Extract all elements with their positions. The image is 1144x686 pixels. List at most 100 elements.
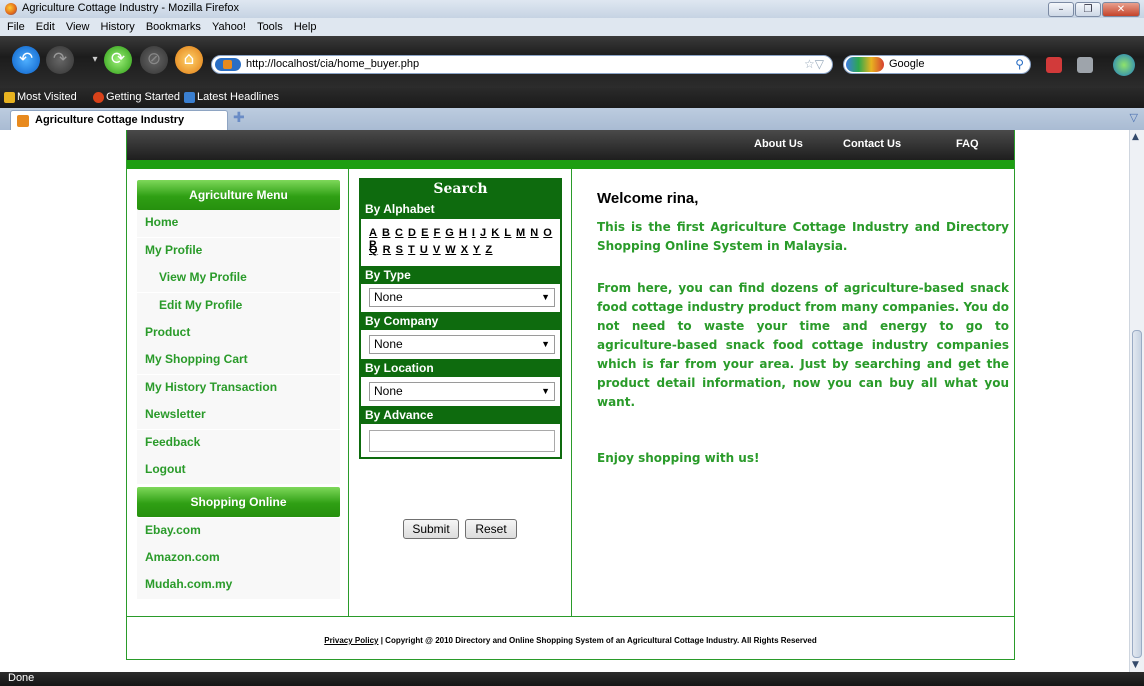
menu-my-profile[interactable]: My Profile — [137, 238, 340, 265]
menu-history[interactable]: History — [101, 18, 135, 36]
by-location-label: By Location — [361, 359, 560, 377]
alpha-link-c[interactable]: C — [395, 227, 403, 239]
menubar: File Edit View History Bookmarks Yahoo! … — [0, 18, 1144, 36]
menu-view-my-profile[interactable]: View My Profile — [137, 265, 340, 292]
menu-product[interactable]: Product — [137, 320, 340, 347]
google-engine-icon[interactable] — [846, 57, 884, 72]
menu-view[interactable]: View — [66, 18, 90, 36]
search-icon[interactable]: ⚲ — [1015, 57, 1024, 71]
privacy-policy-link[interactable]: Privacy Policy — [324, 636, 378, 645]
addon-skype-icon[interactable] — [1113, 54, 1135, 76]
welcome-heading: Welcome rina, — [597, 190, 699, 207]
type-select-value: None — [374, 290, 403, 304]
alpha-link-d[interactable]: D — [408, 227, 416, 239]
search-bar[interactable]: Google ⚲ — [843, 55, 1031, 74]
chevron-down-icon[interactable]: ▼ — [541, 336, 550, 353]
scroll-down-icon[interactable]: ▼ — [1132, 660, 1139, 670]
by-alphabet-label: By Alphabet — [365, 202, 435, 216]
alpha-link-n[interactable]: N — [530, 227, 538, 239]
addon-red-icon[interactable] — [1046, 57, 1062, 73]
link-amazon[interactable]: Amazon.com — [137, 545, 340, 572]
chevron-down-icon[interactable]: ▼ — [541, 383, 550, 400]
reset-button[interactable]: Reset — [465, 519, 517, 539]
location-select[interactable]: None ▼ — [369, 382, 555, 401]
vertical-scrollbar[interactable]: ▲ ▼ — [1129, 130, 1144, 672]
menu-edit[interactable]: Edit — [36, 18, 55, 36]
alpha-link-l[interactable]: L — [504, 227, 511, 239]
close-window-button[interactable]: ✕ — [1102, 2, 1140, 17]
nav-contact-us[interactable]: Contact Us — [843, 138, 901, 150]
alpha-link-j[interactable]: J — [480, 227, 487, 239]
bookmark-getting-started[interactable]: Getting Started — [106, 91, 180, 103]
forward-icon[interactable]: ↷ — [46, 46, 74, 74]
alpha-link-m[interactable]: M — [516, 227, 526, 239]
history-dropdown-icon[interactable]: ▾ — [88, 46, 102, 74]
company-select[interactable]: None ▼ — [369, 335, 555, 354]
site-container: About Us Contact Us FAQ Agriculture Menu… — [126, 130, 1015, 660]
maximize-button[interactable]: ❐ — [1075, 2, 1101, 17]
menu-yahoo[interactable]: Yahoo! — [212, 18, 246, 36]
nav-faq[interactable]: FAQ — [956, 138, 979, 150]
menu-edit-my-profile[interactable]: Edit My Profile — [137, 293, 340, 320]
alpha-link-q[interactable]: Q — [369, 244, 378, 256]
alpha-link-w[interactable]: W — [445, 244, 456, 256]
left-menu-column: Agriculture Menu Home My Profile View My… — [127, 169, 349, 616]
green-divider — [127, 160, 1014, 169]
bookmark-most-visited[interactable]: Most Visited — [17, 91, 77, 103]
tab-agriculture[interactable]: Agriculture Cottage Industry — [10, 110, 228, 130]
menu-help[interactable]: Help — [294, 18, 317, 36]
scroll-up-icon[interactable]: ▲ — [1132, 132, 1139, 142]
new-tab-icon[interactable]: ✚ — [233, 110, 245, 126]
by-company-label: By Company — [361, 312, 560, 330]
alpha-link-i[interactable]: I — [472, 227, 476, 239]
bookmark-star-icon[interactable]: ☆▽ — [804, 57, 824, 71]
alpha-link-a[interactable]: A — [369, 227, 377, 239]
stop-icon[interactable]: ⊘ — [140, 46, 168, 74]
alpha-link-o[interactable]: O — [543, 227, 552, 239]
type-select[interactable]: None ▼ — [369, 288, 555, 307]
menu-feedback[interactable]: Feedback — [137, 430, 340, 457]
back-icon[interactable]: ↶ — [12, 46, 40, 74]
menu-newsletter[interactable]: Newsletter — [137, 402, 340, 429]
link-ebay[interactable]: Ebay.com — [137, 518, 340, 545]
menu-tools[interactable]: Tools — [257, 18, 283, 36]
alpha-link-s[interactable]: S — [396, 244, 404, 256]
menu-my-shopping-cart[interactable]: My Shopping Cart — [137, 347, 340, 374]
address-url[interactable]: http://localhost/cia/home_buyer.php — [246, 58, 419, 70]
bookmark-latest-headlines[interactable]: Latest Headlines — [197, 91, 279, 103]
by-advance-label: By Advance — [361, 406, 560, 424]
alpha-link-x[interactable]: X — [461, 244, 469, 256]
address-bar[interactable]: http://localhost/cia/home_buyer.php ☆▽ — [211, 55, 833, 74]
alpha-link-h[interactable]: H — [459, 227, 467, 239]
link-mudah[interactable]: Mudah.com.my — [137, 572, 340, 599]
scroll-thumb[interactable] — [1132, 330, 1142, 658]
alpha-link-f[interactable]: F — [433, 227, 440, 239]
submit-button[interactable]: Submit — [403, 519, 459, 539]
alpha-link-r[interactable]: R — [383, 244, 391, 256]
alpha-link-b[interactable]: B — [382, 227, 390, 239]
reload-icon[interactable]: ⟳ — [104, 46, 132, 74]
chevron-down-icon[interactable]: ▼ — [541, 289, 550, 306]
alpha-link-y[interactable]: Y — [473, 244, 481, 256]
tab-list-icon[interactable]: ▽ — [1130, 111, 1138, 124]
alpha-link-v[interactable]: V — [433, 244, 441, 256]
addon-gray-icon[interactable] — [1077, 57, 1093, 73]
alpha-link-g[interactable]: G — [445, 227, 454, 239]
minimize-button[interactable]: – — [1048, 2, 1074, 17]
home-icon[interactable]: ⌂ — [175, 46, 203, 74]
menu-home[interactable]: Home — [137, 210, 340, 237]
nav-about-us[interactable]: About Us — [754, 138, 803, 150]
menu-logout[interactable]: Logout — [137, 457, 340, 484]
alpha-link-t[interactable]: T — [408, 244, 415, 256]
window-title: Agriculture Cottage Industry - Mozilla F… — [22, 2, 240, 14]
advance-search-input[interactable] — [369, 430, 555, 452]
most-visited-icon — [4, 92, 15, 103]
search-column: Search By Alphabet A B C D E F G H I J K… — [350, 169, 572, 616]
menu-file[interactable]: File — [7, 18, 25, 36]
alpha-link-z[interactable]: Z — [485, 244, 492, 256]
alpha-link-k[interactable]: K — [491, 227, 499, 239]
alpha-link-e[interactable]: E — [421, 227, 429, 239]
alpha-link-u[interactable]: U — [420, 244, 428, 256]
menu-my-history-transaction[interactable]: My History Transaction — [137, 375, 340, 402]
menu-bookmarks[interactable]: Bookmarks — [146, 18, 201, 36]
